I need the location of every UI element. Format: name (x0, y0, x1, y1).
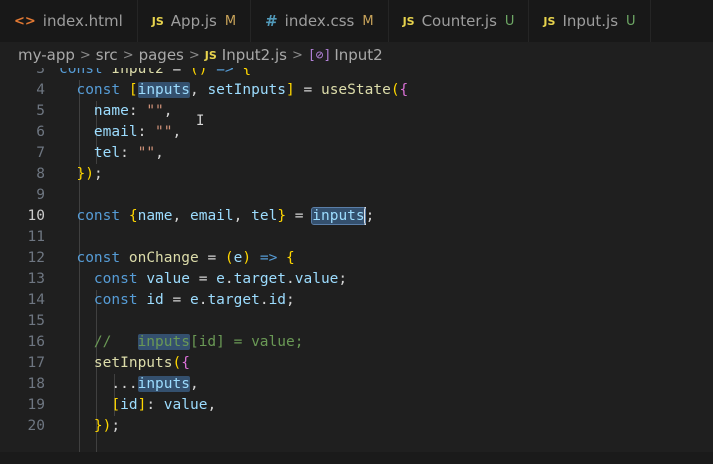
code-line[interactable]: 6 email: "", (0, 122, 713, 143)
chevron-right-icon: > (122, 47, 134, 63)
code-text[interactable]: }); (59, 416, 120, 437)
line-number: 16 (27, 334, 45, 350)
line-number: 9 (36, 187, 45, 203)
code-line[interactable]: 5 name: "", (0, 101, 713, 122)
tab-index-html[interactable]: <> index.html (0, 0, 138, 42)
line-number: 17 (27, 355, 45, 371)
breadcrumb-item-pages[interactable]: pages (139, 46, 184, 64)
code-text[interactable]: // inputs[id] = value; (59, 332, 303, 353)
code-text[interactable]: tel: "", (59, 143, 164, 164)
tab-index-css[interactable]: # index.css M (251, 0, 389, 42)
line-number: 18 (27, 376, 45, 392)
code-line[interactable]: 4 const [inputs, setInputs] = useState({ (0, 80, 713, 101)
editor-tab-bar: <> index.html JS App.js M # index.css M … (0, 0, 713, 42)
line-number: 14 (27, 292, 45, 308)
line-number: 11 (27, 229, 45, 245)
code-line[interactable]: 20 }); (0, 416, 713, 437)
code-text[interactable]: [id]: value, (59, 395, 216, 416)
line-number: 12 (27, 250, 45, 266)
code-text[interactable]: const onChange = (e) => { (59, 248, 294, 269)
code-text[interactable]: email: "", (59, 122, 181, 143)
chevron-right-icon: > (291, 47, 303, 63)
code-line[interactable]: 7 tel: "", (0, 143, 713, 164)
line-number: 3 (36, 68, 45, 77)
code-line[interactable]: 10 const {name, email, tel} = inputs; (0, 206, 713, 227)
code-line[interactable]: 12 const onChange = (e) => { (0, 248, 713, 269)
breadcrumb-item-symbol[interactable]: Input2 (334, 46, 382, 64)
tab-label: Counter.js (421, 12, 497, 30)
code-line[interactable]: 17 setInputs({ (0, 353, 713, 374)
tab-input-js[interactable]: JS Input.js U (529, 0, 651, 42)
code-text[interactable]: const value = e.target.value; (59, 269, 347, 290)
line-number: 8 (36, 166, 45, 182)
code-text[interactable]: const {name, email, tel} = inputs; (59, 206, 374, 227)
js-file-icon: JS (151, 14, 164, 28)
code-line[interactable]: 16 // inputs[id] = value; (0, 332, 713, 353)
horizontal-scrollbar[interactable] (0, 452, 713, 464)
line-number: 20 (27, 418, 45, 434)
line-number: 15 (27, 313, 45, 329)
variable-symbol-icon: [⊘] (307, 47, 332, 63)
code-line[interactable]: 11 (0, 227, 713, 248)
code-text[interactable]: setInputs({ (59, 353, 190, 374)
modified-badge: M (224, 13, 237, 29)
js-file-icon: JS (543, 14, 556, 28)
breadcrumb: my-app > src > pages > JS Input2.js > [⊘… (0, 42, 713, 68)
chevron-right-icon: > (79, 47, 91, 63)
js-file-icon: JS (402, 14, 415, 28)
line-number: 6 (36, 124, 45, 140)
line-number: 10 (27, 208, 45, 224)
line-number: 4 (36, 82, 45, 98)
code-text[interactable]: const Input2 = () => { (59, 68, 251, 80)
line-number: 13 (27, 271, 45, 287)
code-line[interactable]: 8 }); (0, 164, 713, 185)
chevron-right-icon: > (188, 47, 200, 63)
code-text[interactable]: const id = e.target.id; (59, 290, 295, 311)
modified-badge: M (362, 13, 374, 29)
line-number: 19 (27, 397, 45, 413)
line-number: 5 (36, 103, 45, 119)
untracked-badge: U (626, 13, 636, 29)
code-text[interactable]: }); (59, 164, 102, 185)
code-line[interactable]: 14 const id = e.target.id; (0, 290, 713, 311)
code-editor[interactable]: I 3 const Input2 = () => {4 const [inputs… (0, 68, 713, 464)
code-line[interactable]: 3 const Input2 = () => { (0, 68, 713, 80)
tab-label: index.css (284, 12, 355, 30)
css-file-icon: # (265, 12, 278, 30)
tab-label: Input.js (562, 12, 619, 30)
breadcrumb-item-src[interactable]: src (96, 46, 118, 64)
code-line[interactable]: 19 [id]: value, (0, 395, 713, 416)
code-text[interactable]: name: "", (59, 101, 173, 122)
code-text[interactable]: ...inputs, (59, 374, 199, 395)
code-line[interactable]: 9 (0, 185, 713, 206)
code-line[interactable]: 15 (0, 311, 713, 332)
tab-label: App.js (170, 12, 217, 30)
breadcrumb-item-file[interactable]: Input2.js (222, 46, 287, 64)
tab-counter-js[interactable]: JS Counter.js U (388, 0, 530, 42)
untracked-badge: U (504, 13, 515, 29)
html-file-icon: <> (14, 13, 36, 29)
code-line[interactable]: 13 const value = e.target.value; (0, 269, 713, 290)
tab-label: index.html (42, 12, 123, 30)
breadcrumb-item-my-app[interactable]: my-app (18, 46, 75, 64)
tab-app-js[interactable]: JS App.js M (137, 0, 252, 42)
js-file-icon: JS (204, 48, 217, 62)
code-line[interactable]: 18 ...inputs, (0, 374, 713, 395)
line-number: 7 (36, 145, 45, 161)
code-text[interactable]: const [inputs, setInputs] = useState({ (59, 80, 408, 101)
